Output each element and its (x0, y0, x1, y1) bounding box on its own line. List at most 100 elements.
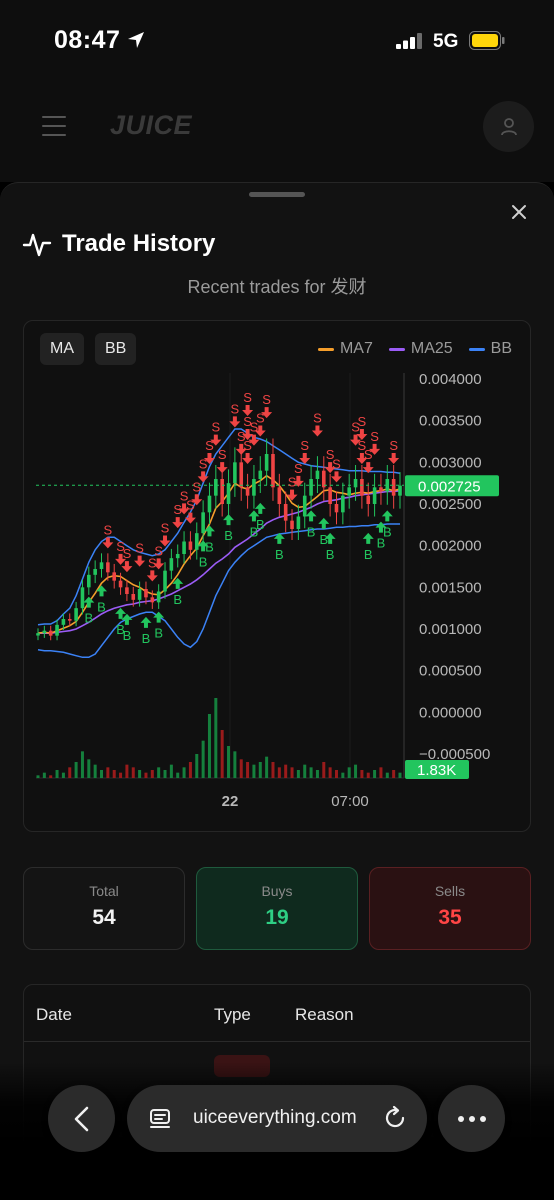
candle-body (131, 594, 136, 600)
menu-icon[interactable] (42, 116, 66, 136)
buy-marker-label: B (256, 517, 265, 532)
sell-marker-label: S (231, 401, 240, 416)
candle-body (137, 589, 142, 600)
candle-body (188, 541, 193, 550)
column-header-date[interactable]: Date (36, 1005, 72, 1025)
buy-marker-label: B (383, 524, 392, 539)
volume-bar (150, 770, 154, 778)
x-tick-label: 22 (222, 793, 239, 810)
volume-bar (144, 772, 148, 778)
sheet-subtitle: Recent trades for 发财 (187, 277, 367, 297)
volume-bar (354, 764, 358, 778)
profile-button[interactable] (483, 101, 534, 152)
candle-body (175, 554, 180, 559)
sell-marker-arrow (134, 555, 146, 567)
candle-body (194, 533, 199, 550)
screen: 08:47 5G JUICE Trade History Recent trad… (0, 0, 554, 1200)
sell-marker-label: S (243, 390, 252, 405)
volume-bar (239, 759, 243, 778)
y-tick-label: 0.002000 (419, 538, 482, 555)
bb-toggle-button[interactable]: BB (95, 333, 137, 365)
volume-bar (271, 762, 275, 778)
candle-body (309, 479, 313, 496)
volume-bar (220, 730, 224, 778)
volume-bar (334, 770, 338, 778)
candle-body (67, 619, 72, 621)
url-text: uiceeverything.com (193, 1107, 357, 1128)
sell-marker-label: S (300, 438, 309, 453)
volume-bar (100, 770, 104, 778)
buy-marker-label: B (173, 592, 182, 607)
sell-marker-label: S (358, 414, 367, 429)
current-price-label: 0.002725 (418, 478, 481, 495)
buy-marker-label: B (224, 528, 233, 543)
sell-marker-label: S (123, 546, 132, 561)
candle-body (48, 630, 53, 636)
volume-bar (176, 772, 180, 778)
volume-bar (182, 767, 186, 778)
legend-item-bb: BB (468, 340, 512, 358)
candle-body (118, 580, 123, 588)
candle-body (271, 454, 275, 488)
candle-body (163, 570, 167, 592)
back-button[interactable] (48, 1085, 115, 1152)
candle-body (93, 569, 97, 575)
sheet-grabber[interactable] (249, 192, 305, 197)
candle-body (290, 520, 294, 529)
sells-card: Sells 35 (369, 867, 531, 950)
user-icon (500, 117, 517, 135)
y-tick-label: 0.003000 (419, 454, 482, 471)
column-header-type[interactable]: Type (214, 1005, 251, 1025)
y-tick-label: 0.000500 (419, 663, 482, 680)
candle-body (328, 487, 332, 504)
volume-bar (315, 770, 319, 778)
volume-bar (61, 772, 65, 778)
close-button[interactable] (506, 199, 532, 225)
sell-marker-label: S (161, 521, 170, 536)
close-icon (512, 205, 526, 219)
status-time: 08:47 (54, 26, 121, 54)
sell-marker-label: S (104, 522, 113, 537)
location-arrow-icon (128, 32, 144, 48)
buys-label: Buys (261, 883, 293, 899)
candle-body (372, 487, 377, 504)
more-button[interactable] (438, 1085, 505, 1152)
sell-marker-label: S (294, 461, 303, 476)
sell-marker-arrow (184, 512, 196, 524)
page-menu-icon (150, 1109, 170, 1128)
ma-toggle-button[interactable]: MA (40, 333, 84, 365)
candle-body (207, 495, 212, 513)
volume-bar (201, 740, 205, 778)
candle-body (99, 562, 104, 569)
volume-bar (284, 764, 288, 778)
buy-marker-arrow (203, 525, 215, 537)
reload-icon[interactable] (382, 1105, 408, 1131)
price-chart-card: 0.004000 0.003500 0.003000 0.002500 0.002000… (23, 320, 531, 832)
candle-body (220, 479, 224, 504)
buy-marker-label: B (84, 611, 93, 626)
buys-card: Buys 19 (196, 867, 358, 950)
sells-label: Sells (434, 883, 466, 899)
volume-bar (87, 759, 91, 778)
trade-history-sheet: Trade History Recent trades for 发财 0.004… (0, 182, 554, 1200)
address-bar[interactable]: uiceeverything.com (127, 1085, 427, 1152)
buy-marker-label: B (205, 539, 214, 554)
buy-marker-label: B (142, 631, 151, 646)
candle-body (347, 487, 351, 496)
legend-swatch-bb (468, 347, 485, 351)
legend-label-ma7: MA7 (339, 340, 373, 357)
volume-bar (207, 714, 211, 778)
volume-bar (188, 762, 192, 778)
candle-body (239, 462, 244, 488)
column-header-reason[interactable]: Reason (295, 1005, 354, 1025)
app-header: JUICE (0, 82, 554, 182)
price-chart[interactable]: 0.004000 0.003500 0.003000 0.002500 0.002000… (24, 321, 532, 833)
candle-body (226, 483, 231, 504)
legend-item-ma25: MA25 (388, 340, 453, 358)
volume-bar (214, 698, 218, 778)
sell-marker-label: S (262, 392, 271, 407)
candle-body (353, 479, 358, 488)
volume-bar (227, 746, 231, 778)
volume-bar (138, 770, 142, 778)
sell-marker-arrow (311, 425, 323, 437)
